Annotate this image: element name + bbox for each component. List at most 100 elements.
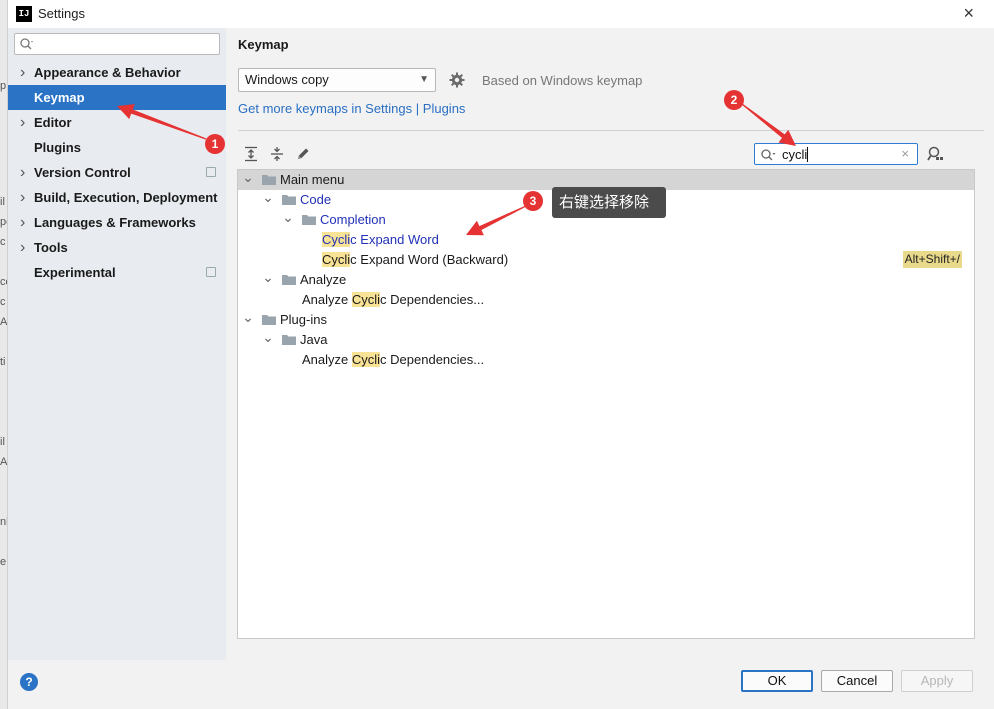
- bg-fragment: pe: [0, 216, 7, 228]
- chevron-down-icon: ▼: [419, 74, 429, 85]
- sidebar-item-label: Languages & Frameworks: [34, 215, 196, 230]
- tree-row-label: Analyze Cyclic Dependencies...: [302, 290, 484, 310]
- tree-row-label: Main menu: [280, 170, 344, 190]
- label-segment: c Dependencies...: [380, 292, 485, 307]
- annotation-badge-3: 3: [523, 191, 543, 211]
- project-level-icon: [206, 167, 216, 177]
- sidebar-item[interactable]: › Languages & Frameworks: [8, 210, 226, 235]
- tree-row[interactable]: ⌄ Java: [238, 330, 974, 350]
- bg-fragment: il: [0, 436, 5, 448]
- help-icon[interactable]: ?: [20, 673, 38, 691]
- sidebar-item[interactable]: Keymap: [8, 85, 226, 110]
- bg-fragment: Ap: [0, 456, 8, 468]
- tree-row-label: Java: [300, 330, 327, 350]
- chevron-right-icon[interactable]: ›: [20, 235, 25, 260]
- page-title: Keymap: [238, 37, 289, 52]
- keymap-select[interactable]: Windows copy ▼: [238, 68, 436, 92]
- label-segment: Code: [300, 192, 332, 207]
- bg-fragment: nl: [0, 516, 8, 528]
- sidebar-item[interactable]: › Version Control: [8, 160, 226, 185]
- sidebar-item[interactable]: › Build, Execution, Deployment: [8, 185, 226, 210]
- chevron-right-icon[interactable]: ›: [20, 160, 25, 185]
- sidebar-item-label: Plugins: [34, 140, 81, 155]
- keymap-search-value: cycli: [782, 147, 808, 162]
- clear-search-icon[interactable]: ×: [901, 146, 909, 161]
- chevron-down-icon[interactable]: ⌄: [262, 270, 274, 284]
- chevron-down-icon[interactable]: ⌄: [282, 210, 294, 224]
- label-segment: Java: [300, 332, 328, 347]
- label-segment: Analyze: [300, 272, 347, 287]
- bg-fragment: co: [0, 276, 7, 288]
- edit-pencil-icon[interactable]: [294, 145, 312, 163]
- tree-row[interactable]: ⌄ Analyze: [238, 270, 974, 290]
- cancel-button[interactable]: Cancel: [821, 670, 893, 692]
- search-match-highlight: Cycli: [351, 352, 381, 367]
- label-segment: c Dependencies...: [380, 352, 485, 367]
- chevron-right-icon[interactable]: ›: [20, 210, 25, 235]
- find-by-shortcut-icon[interactable]: [926, 145, 944, 163]
- gear-icon[interactable]: [448, 71, 466, 89]
- tree-row-label: Analyze Cyclic Dependencies...: [302, 350, 484, 370]
- label-segment: Completion: [320, 212, 386, 227]
- chevron-down-icon[interactable]: ⌄: [262, 190, 274, 204]
- tree-row-label: Cyclic Expand Word (Backward): [322, 250, 508, 270]
- background-ide-strip: p il pe c co c Ap ti il Ap nl e: [0, 0, 8, 709]
- sidebar-search-input[interactable]: [14, 33, 220, 55]
- sidebar-item[interactable]: › Appearance & Behavior: [8, 60, 226, 85]
- chevron-right-icon[interactable]: ›: [20, 60, 25, 85]
- expand-all-icon[interactable]: [242, 145, 260, 163]
- get-more-keymaps-link[interactable]: Get more keymaps in Settings: [238, 101, 412, 116]
- label-segment: Plug-ins: [280, 312, 327, 327]
- sidebar-item-label: Editor: [34, 115, 72, 130]
- sidebar-item-label: Appearance & Behavior: [34, 65, 181, 80]
- tree-row[interactable]: Cyclic Expand Word (Backward) Alt+Shift+/: [238, 250, 974, 270]
- settings-dialog: IJ Settings × › Appearance & Behavior Keym…: [8, 0, 994, 709]
- chevron-down-icon[interactable]: ⌄: [242, 170, 254, 184]
- bg-fragment: Ap: [0, 316, 8, 328]
- shortcut-badge: Alt+Shift+/: [902, 251, 962, 268]
- keymap-search-input[interactable]: cycli ×: [754, 143, 918, 165]
- chevron-down-icon[interactable]: ⌄: [242, 310, 254, 324]
- sidebar-item-label: Build, Execution, Deployment: [34, 190, 218, 205]
- bg-fragment: c: [0, 296, 6, 308]
- keymap-select-value: Windows copy: [245, 72, 329, 87]
- actions-tree: ⌄ Main menu ⌄ Code ⌄ Completion Cyclic Expand …: [237, 169, 975, 639]
- sidebar-item[interactable]: › Tools: [8, 235, 226, 260]
- annotation-tooltip: 右键选择移除: [552, 187, 666, 218]
- title-bar: IJ Settings ×: [8, 0, 994, 28]
- label-segment: c Expand Word (Backward): [350, 252, 509, 267]
- label-segment: c Expand Word: [350, 232, 439, 247]
- annotation-badge-2: 2: [724, 90, 744, 110]
- apply-button[interactable]: Apply: [901, 670, 973, 692]
- sidebar-item[interactable]: Plugins: [8, 135, 226, 160]
- intellij-logo-icon: IJ: [16, 6, 32, 22]
- tree-row-label: Plug-ins: [280, 310, 327, 330]
- chevron-right-icon[interactable]: ›: [20, 185, 25, 210]
- sidebar-item[interactable]: Experimental: [8, 260, 226, 285]
- tree-row-label: Code: [300, 190, 331, 210]
- search-icon: [761, 149, 776, 161]
- folder-icon: [262, 315, 276, 325]
- chevron-down-icon[interactable]: ⌄: [262, 330, 274, 344]
- chevron-right-icon[interactable]: ›: [20, 110, 25, 135]
- close-icon[interactable]: ×: [963, 3, 974, 23]
- main-menu-folder-icon: [262, 175, 276, 185]
- bg-fragment: ti: [0, 356, 6, 368]
- annotation-badge-1: 1: [205, 134, 225, 154]
- tree-row[interactable]: Cyclic Expand Word: [238, 230, 974, 250]
- ok-button[interactable]: OK: [741, 670, 813, 692]
- tree-row-label: Analyze: [300, 270, 346, 290]
- label-segment: Analyze: [302, 352, 352, 367]
- folder-icon: [282, 195, 296, 205]
- collapse-all-icon[interactable]: [268, 145, 286, 163]
- tree-row[interactable]: Analyze Cyclic Dependencies...: [238, 350, 974, 370]
- plugins-link[interactable]: Plugins: [423, 101, 466, 116]
- folder-icon: [282, 335, 296, 345]
- tree-row[interactable]: Analyze Cyclic Dependencies...: [238, 290, 974, 310]
- link-separator: |: [415, 101, 420, 116]
- sidebar-item[interactable]: › Editor: [8, 110, 226, 135]
- label-segment: Analyze: [302, 292, 352, 307]
- window-title: Settings: [38, 6, 85, 21]
- tree-row[interactable]: ⌄ Plug-ins: [238, 310, 974, 330]
- tree-row-label: Completion: [320, 210, 386, 230]
